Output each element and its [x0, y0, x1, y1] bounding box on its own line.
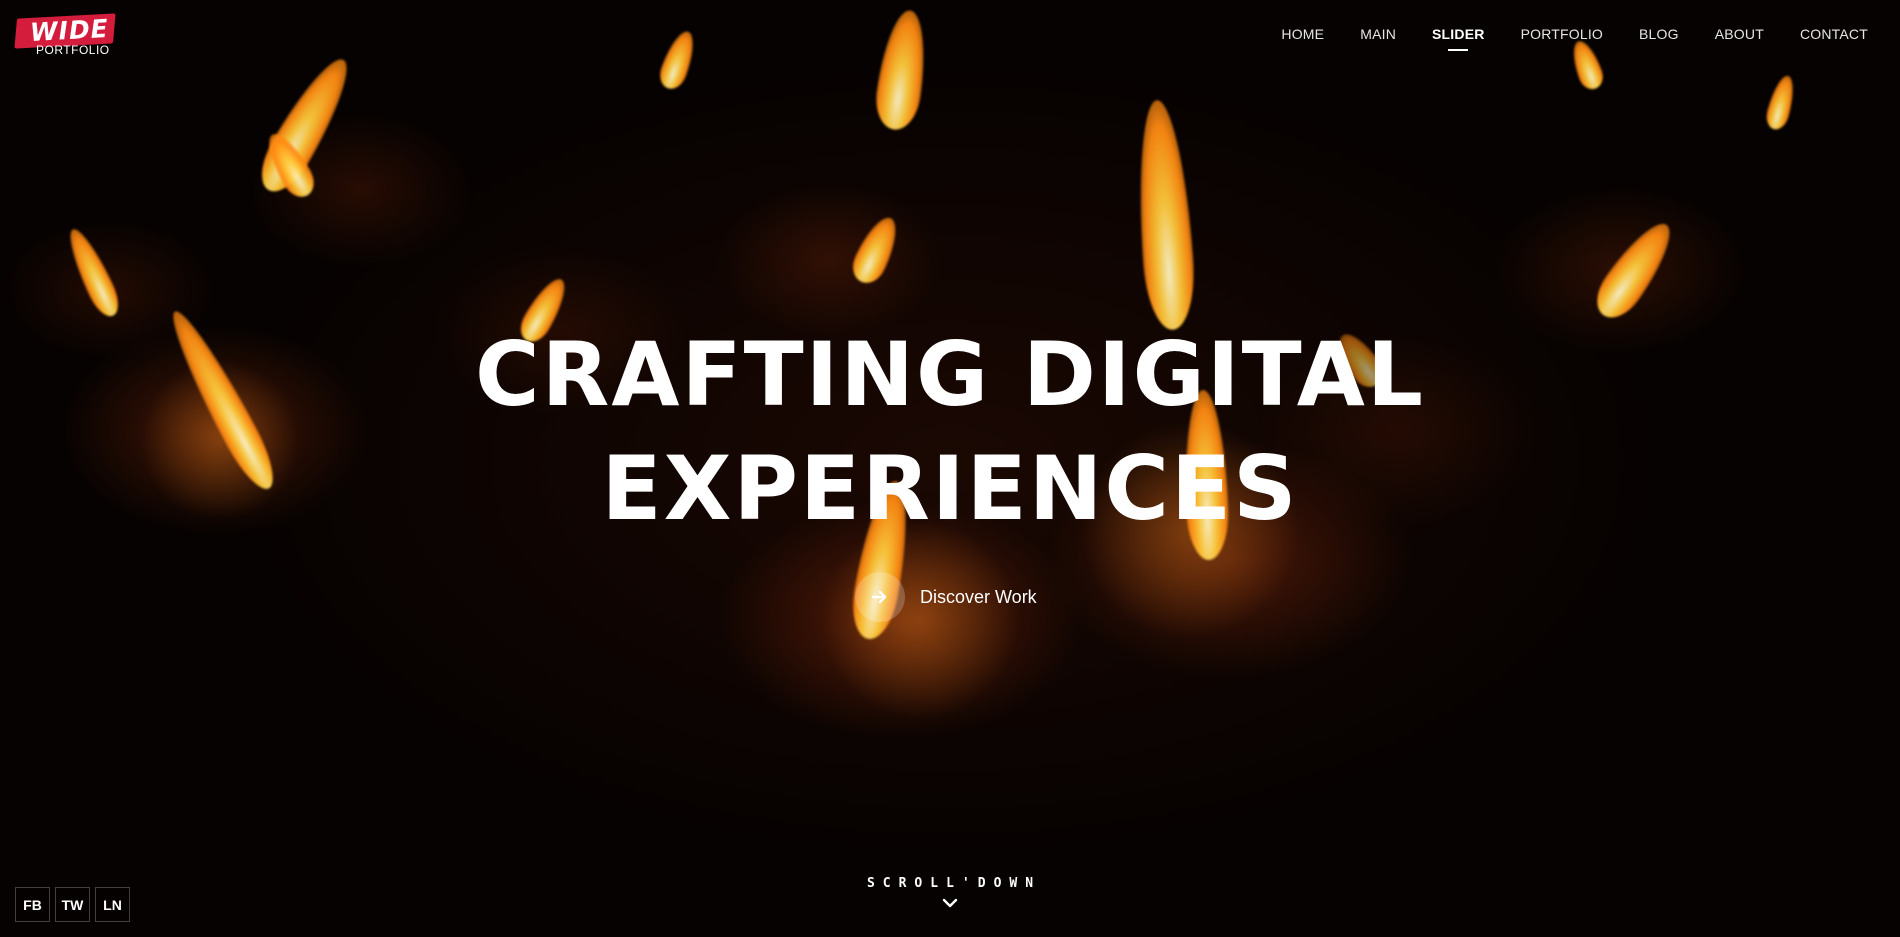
hero-title: CRAFTING DIGITAL EXPERIENCES	[0, 318, 1900, 546]
discover-work-button[interactable]: Discover Work	[855, 572, 1037, 622]
social-links: FB TW LN	[15, 887, 130, 922]
nav-item-contact[interactable]: CONTACT	[1800, 26, 1868, 42]
logo-subtitle: PORTFOLIO	[36, 43, 110, 57]
hero-title-line-2: EXPERIENCES	[601, 437, 1299, 540]
nav-item-portfolio[interactable]: PORTFOLIO	[1521, 26, 1603, 42]
nav-item-blog[interactable]: BLOG	[1639, 26, 1679, 42]
scroll-down[interactable]: SCROLL'DOWN	[0, 876, 1900, 909]
hero-title-line-1: CRAFTING DIGITAL	[475, 323, 1425, 426]
arrow-right-icon[interactable]	[855, 572, 905, 622]
nav-item-about[interactable]: ABOUT	[1715, 26, 1764, 42]
nav-item-slider[interactable]: SLIDER	[1432, 26, 1485, 42]
chevron-down-icon[interactable]	[942, 897, 958, 909]
nav-item-main[interactable]: MAIN	[1360, 26, 1396, 42]
social-facebook-button[interactable]: FB	[15, 887, 50, 922]
scroll-down-label[interactable]: SCROLL'DOWN	[0, 876, 1900, 891]
social-twitter-button[interactable]: TW	[55, 887, 90, 922]
brand-logo[interactable]: WIDE PORTFOLIO	[14, 13, 116, 58]
social-linkedin-button[interactable]: LN	[95, 887, 130, 922]
arrow-right-icon-svg	[872, 590, 887, 604]
nav-item-home[interactable]: HOME	[1281, 26, 1324, 42]
discover-work-label[interactable]: Discover Work	[920, 587, 1037, 608]
main-nav: HOME MAIN SLIDER PORTFOLIO BLOG ABOUT CO…	[1245, 26, 1868, 42]
